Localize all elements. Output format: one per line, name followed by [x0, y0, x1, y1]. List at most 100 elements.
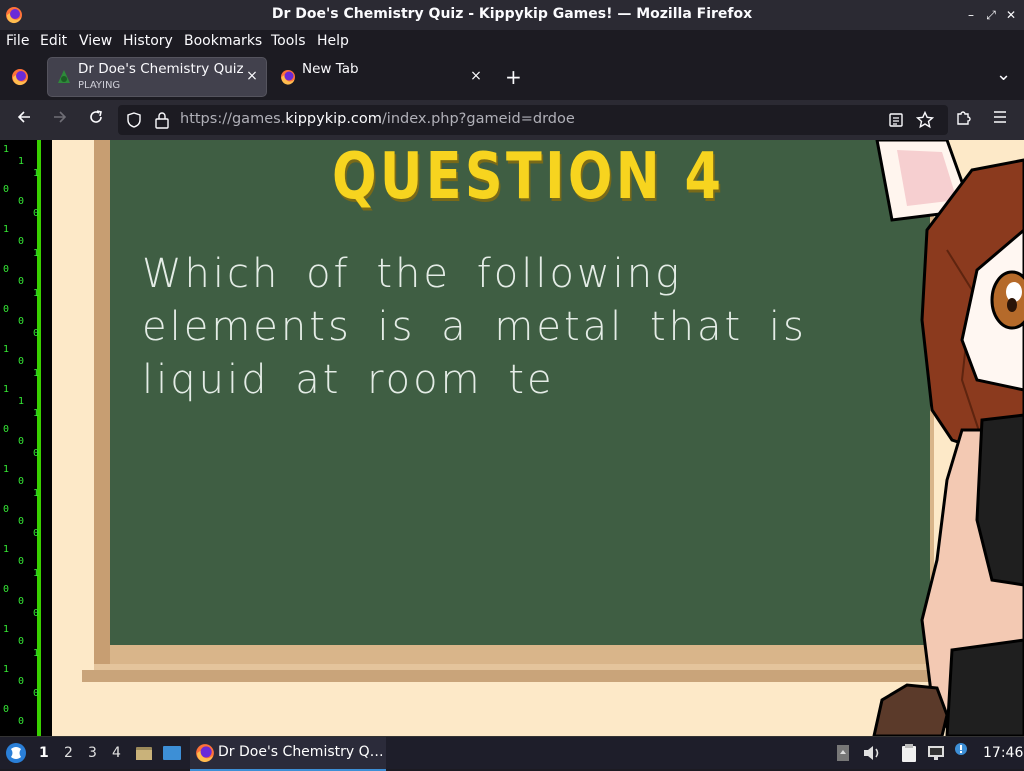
tab-new-tab[interactable]: New Tab ×	[272, 58, 490, 96]
taskbar: 1 2 3 4 Dr Doe's Chemistry Q… 17:46	[0, 736, 1024, 771]
terminal-window-strip: 1110001010010001011110001010001010001011…	[0, 140, 52, 736]
desktop-icon[interactable]	[162, 744, 182, 762]
terminal-digit: 0	[33, 208, 40, 219]
terminal-digit: 0	[18, 236, 25, 247]
minimize-button[interactable]: –	[962, 6, 980, 24]
firefox-icon	[196, 744, 214, 762]
terminal-digit: 0	[18, 556, 25, 567]
reload-icon	[90, 110, 102, 123]
terminal-digit: 1	[33, 168, 40, 179]
terminal-digit: 1	[3, 384, 10, 395]
menu-help[interactable]: Help	[317, 33, 349, 49]
terminal-digit: 0	[18, 596, 25, 607]
network-icon[interactable]	[926, 743, 946, 763]
url-host: kippykip.com	[285, 111, 382, 127]
notification-icon[interactable]	[954, 742, 968, 756]
arrow-right-icon	[54, 111, 67, 123]
terminal-digit: 1	[3, 624, 10, 635]
terminal-digit: 0	[18, 716, 25, 727]
firefox-favicon-icon	[281, 70, 295, 85]
clock[interactable]: 17:46	[983, 745, 1023, 761]
tab-strip: Dr Doe's Chemistry Quiz PLAYING × New Ta…	[0, 54, 1024, 100]
taskbar-window-label: Dr Doe's Chemistry Q…	[218, 744, 384, 760]
terminal-digit: 1	[3, 144, 10, 155]
terminal-digit: 0	[18, 516, 25, 527]
terminal-digit: 1	[33, 248, 40, 259]
menu-file[interactable]: File	[6, 33, 29, 49]
terminal-digit: 1	[33, 408, 40, 419]
reader-view-icon[interactable]	[888, 112, 904, 128]
tab-chemistry-quiz[interactable]: Dr Doe's Chemistry Quiz PLAYING ×	[48, 58, 266, 96]
url-prefix: https://games.	[180, 111, 286, 127]
menu-history[interactable]: History	[123, 33, 173, 49]
notes-tray-icon[interactable]	[900, 743, 918, 763]
menu-bookmarks[interactable]: Bookmarks	[184, 33, 262, 49]
terminal-digit: 0	[18, 476, 25, 487]
game-page[interactable]: QUESTION 4 Which of the following elemen…	[52, 140, 1024, 736]
workspace-2[interactable]: 2	[64, 745, 73, 761]
tab-close-button[interactable]: ×	[468, 68, 484, 84]
reload-button[interactable]	[84, 108, 108, 132]
chalkboard-frame-shadow	[94, 140, 110, 664]
game-favicon-icon	[58, 70, 70, 83]
bookmark-star-icon[interactable]	[916, 111, 934, 129]
terminal-digit: 1	[3, 344, 10, 355]
question-title: QUESTION 4	[332, 140, 725, 214]
url-path: /index.php?gameid=drdoe	[381, 111, 575, 127]
new-tab-button[interactable]: +	[505, 65, 522, 89]
tab-label: Dr Doe's Chemistry Quiz	[78, 61, 244, 77]
arrow-left-icon	[17, 111, 30, 123]
terminal-digit: 0	[33, 528, 40, 539]
address-bar[interactable]: https://games.kippykip.com/index.php?gam…	[118, 105, 948, 135]
terminal-digit: 1	[33, 368, 40, 379]
terminal-digit: 0	[33, 448, 40, 459]
workspace-1[interactable]: 1	[39, 745, 49, 761]
terminal-digit: 1	[33, 568, 40, 579]
terminal-digit: 0	[18, 356, 25, 367]
terminal-digit: 0	[3, 304, 10, 315]
terminal-digit: 1	[3, 544, 10, 555]
terminal-digit: 0	[18, 196, 25, 207]
terminal-digit: 1	[33, 288, 40, 299]
terminal-digit: 1	[3, 464, 10, 475]
terminal-digit: 0	[18, 436, 25, 447]
terminal-digit: 0	[3, 584, 10, 595]
terminal-digit: 1	[18, 156, 25, 167]
terminal-digit: 1	[33, 488, 40, 499]
hamburger-menu-icon	[994, 111, 1006, 123]
workspace-3[interactable]: 3	[88, 745, 97, 761]
firefox-view-icon[interactable]	[11, 68, 29, 86]
terminal-digit: 0	[33, 608, 40, 619]
app-menu-button[interactable]	[988, 108, 1012, 132]
extensions-button[interactable]	[952, 108, 976, 132]
menu-tools[interactable]: Tools	[271, 33, 306, 49]
close-window-button[interactable]: ✕	[1002, 6, 1020, 24]
volume-icon[interactable]	[862, 744, 882, 762]
terminal-digit: 1	[3, 224, 10, 235]
terminal-digit: 0	[3, 184, 10, 195]
url-text[interactable]: https://games.kippykip.com/index.php?gam…	[180, 111, 575, 127]
question-text: Which of the following elements is a met…	[142, 251, 807, 403]
window-titlebar: Dr Doe's Chemistry Quiz - Kippykip Games…	[0, 0, 1024, 31]
back-button[interactable]	[12, 108, 36, 132]
shield-icon[interactable]	[126, 112, 142, 128]
list-all-tabs-button[interactable]: ⌄	[996, 64, 1011, 85]
menu-edit[interactable]: Edit	[40, 33, 67, 49]
menu-bar: File Edit View History Bookmarks Tools H…	[0, 30, 1024, 54]
terminal-digit: 0	[3, 424, 10, 435]
file-manager-icon[interactable]	[134, 743, 154, 763]
terminal-digit: 0	[3, 504, 10, 515]
workspace-4[interactable]: 4	[112, 745, 121, 761]
taskbar-firefox-window[interactable]: Dr Doe's Chemistry Q…	[190, 737, 386, 771]
menu-view[interactable]: View	[79, 33, 112, 49]
start-menu-icon[interactable]	[5, 742, 27, 764]
clipboard-tray-icon[interactable]	[836, 744, 850, 762]
tab-close-button[interactable]: ×	[244, 68, 260, 84]
terminal-digit: 0	[18, 676, 25, 687]
restore-button[interactable]: ⤢	[982, 6, 1000, 24]
terminal-digit: 0	[33, 688, 40, 699]
tab-label: New Tab	[302, 61, 359, 77]
forward-button[interactable]	[48, 108, 72, 132]
terminal-digit: 0	[18, 316, 25, 327]
lock-icon[interactable]	[154, 111, 170, 129]
